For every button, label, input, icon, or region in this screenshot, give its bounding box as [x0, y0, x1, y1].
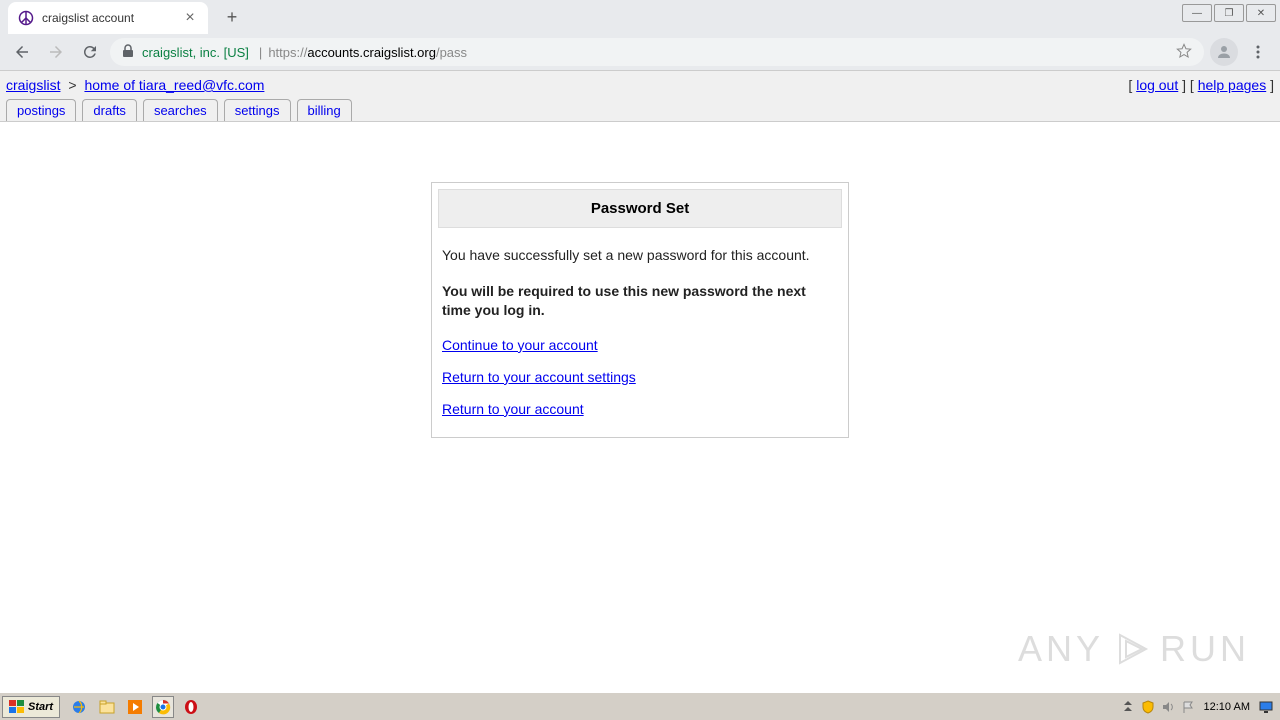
- panel-message-2: You will be required to use this new pas…: [442, 282, 838, 321]
- url-security-label: craigslist, inc. [US]: [142, 45, 249, 60]
- url-separator: |: [259, 45, 262, 60]
- taskbar: Start 12:10 AM: [0, 692, 1280, 720]
- breadcrumb: craigslist > home of tiara_reed@vfc.com: [6, 77, 264, 93]
- start-button[interactable]: Start: [2, 696, 60, 718]
- start-label: Start: [28, 701, 53, 713]
- kebab-menu-icon[interactable]: [1244, 38, 1272, 66]
- tab-settings[interactable]: settings: [224, 99, 291, 121]
- browser-chrome: — ❐ ✕ craigslist account × + craigslist,…: [0, 0, 1280, 71]
- ie-icon[interactable]: [68, 696, 90, 718]
- tab-bar: craigslist account × +: [0, 0, 1280, 34]
- return-account-link[interactable]: Return to your account: [442, 401, 838, 417]
- browser-tab[interactable]: craigslist account ×: [8, 2, 208, 34]
- help-link[interactable]: help pages: [1198, 77, 1267, 93]
- panel-title: Password Set: [438, 189, 842, 228]
- page-header: craigslist > home of tiara_reed@vfc.com …: [0, 71, 1280, 122]
- tray-expand-icon[interactable]: [1120, 699, 1136, 715]
- window-controls: — ❐ ✕: [1182, 4, 1276, 22]
- media-icon[interactable]: [124, 696, 146, 718]
- tab-close-icon[interactable]: ×: [182, 10, 198, 26]
- back-button[interactable]: [8, 38, 36, 66]
- tab-title: craigslist account: [42, 11, 182, 25]
- tab-postings[interactable]: postings: [6, 99, 76, 121]
- close-button[interactable]: ✕: [1246, 4, 1276, 22]
- tray-flag-icon[interactable]: [1180, 699, 1196, 715]
- tab-drafts[interactable]: drafts: [82, 99, 137, 121]
- quick-launch: [68, 696, 202, 718]
- tray-shield-icon[interactable]: [1140, 699, 1156, 715]
- tray-volume-icon[interactable]: [1160, 699, 1176, 715]
- windows-flag-icon: [9, 700, 25, 714]
- peace-icon: [18, 10, 34, 26]
- continue-account-link[interactable]: Continue to your account: [442, 337, 838, 353]
- address-bar[interactable]: craigslist, inc. [US] | https://accounts…: [110, 38, 1204, 66]
- url-protocol: https://: [268, 45, 307, 60]
- maximize-button[interactable]: ❐: [1214, 4, 1244, 22]
- panel-message-1: You have successfully set a new password…: [442, 246, 838, 266]
- taskbar-clock[interactable]: 12:10 AM: [1200, 701, 1254, 713]
- header-links: [ log out ] [ help pages ]: [1128, 77, 1274, 93]
- logout-link[interactable]: log out: [1136, 77, 1178, 93]
- explorer-icon[interactable]: [96, 696, 118, 718]
- new-tab-button[interactable]: +: [218, 3, 246, 31]
- url-path: /pass: [436, 45, 467, 60]
- opera-icon[interactable]: [180, 696, 202, 718]
- nav-tabs: postings drafts searches settings billin…: [6, 99, 1274, 121]
- breadcrumb-home-link[interactable]: home of tiara_reed@vfc.com: [84, 77, 264, 93]
- browser-toolbar: craigslist, inc. [US] | https://accounts…: [0, 34, 1280, 70]
- tab-searches[interactable]: searches: [143, 99, 218, 121]
- panel-body: You have successfully set a new password…: [438, 246, 842, 431]
- system-tray: 12:10 AM: [1120, 699, 1278, 715]
- page-scroll[interactable]: craigslist > home of tiara_reed@vfc.com …: [0, 71, 1280, 693]
- breadcrumb-root-link[interactable]: craigslist: [6, 77, 60, 93]
- return-settings-link[interactable]: Return to your account settings: [442, 369, 838, 385]
- tray-monitor-icon[interactable]: [1258, 699, 1274, 715]
- tab-billing[interactable]: billing: [297, 99, 352, 121]
- breadcrumb-sep: >: [68, 77, 76, 93]
- content-area: Password Set You have successfully set a…: [0, 122, 1280, 438]
- page-viewport: craigslist > home of tiara_reed@vfc.com …: [0, 71, 1280, 693]
- minimize-button[interactable]: —: [1182, 4, 1212, 22]
- lock-icon: [122, 44, 134, 61]
- url-domain: accounts.craigslist.org: [307, 45, 436, 60]
- breadcrumb-row: craigslist > home of tiara_reed@vfc.com …: [6, 77, 1274, 99]
- forward-button[interactable]: [42, 38, 70, 66]
- password-panel: Password Set You have successfully set a…: [431, 182, 849, 438]
- reload-button[interactable]: [76, 38, 104, 66]
- profile-button[interactable]: [1210, 38, 1238, 66]
- bookmark-star-icon[interactable]: [1176, 43, 1192, 62]
- chrome-icon[interactable]: [152, 696, 174, 718]
